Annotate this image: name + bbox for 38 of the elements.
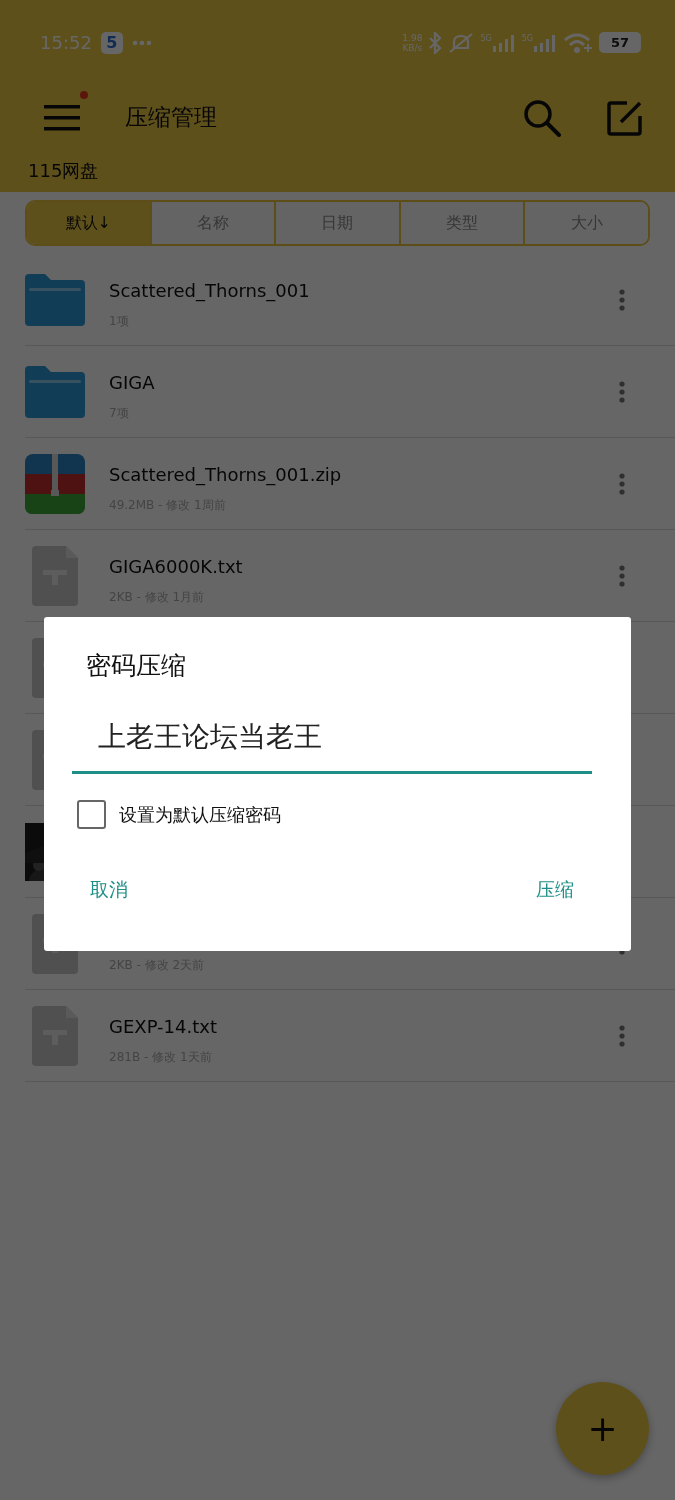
compress-button[interactable]: 压缩 xyxy=(518,873,592,907)
network-type: 5G xyxy=(480,33,492,43)
cancel-button[interactable]: 取消 xyxy=(72,873,146,907)
more-options-icon[interactable] xyxy=(619,1024,625,1047)
file-name: Scattered_Thorns_001 xyxy=(109,279,311,301)
network-type: 5G xyxy=(521,33,533,43)
location-label: 115网盘 xyxy=(28,159,99,183)
archive-icon xyxy=(25,453,85,514)
signal-icon xyxy=(533,33,557,52)
folder-icon xyxy=(25,273,85,326)
speed-unit: KB/s xyxy=(402,42,423,53)
add-button[interactable]: + xyxy=(556,1382,649,1475)
edit-icon[interactable] xyxy=(607,99,643,136)
network-speed: 1.98 xyxy=(402,32,423,43)
wifi-icon xyxy=(563,31,593,54)
file-name: Scattered_Thorns_001.zip xyxy=(109,463,343,485)
dialog-title: 密码压缩 xyxy=(86,650,187,682)
more-options-icon[interactable] xyxy=(619,564,625,587)
battery-level: 57 xyxy=(599,32,641,53)
search-icon[interactable] xyxy=(523,98,561,137)
folder-icon xyxy=(25,365,85,418)
checkbox-label: 设置为默认压缩密码 xyxy=(119,802,281,827)
more-options-icon[interactable] xyxy=(619,380,625,403)
file-name: GIGA xyxy=(109,371,156,393)
signal-icon xyxy=(491,33,516,52)
file-name: GEXP-14.txt xyxy=(109,1015,218,1037)
app-title: 压缩管理 xyxy=(125,103,218,132)
more-dots-icon xyxy=(131,39,152,46)
app-notification-icon: 5 xyxy=(100,31,123,54)
bluetooth-icon xyxy=(428,31,443,54)
more-options-icon[interactable] xyxy=(619,472,625,495)
checkbox[interactable] xyxy=(77,800,106,829)
clock-time: 15:52 xyxy=(40,32,92,53)
menu-icon[interactable] xyxy=(44,102,80,133)
password-field[interactable]: 上老王论坛当老王 xyxy=(72,712,592,774)
file-name: GIGA6000K.txt xyxy=(109,555,244,577)
sort-tab[interactable]: 默认↓ xyxy=(27,202,150,244)
more-options-icon[interactable] xyxy=(619,288,625,311)
